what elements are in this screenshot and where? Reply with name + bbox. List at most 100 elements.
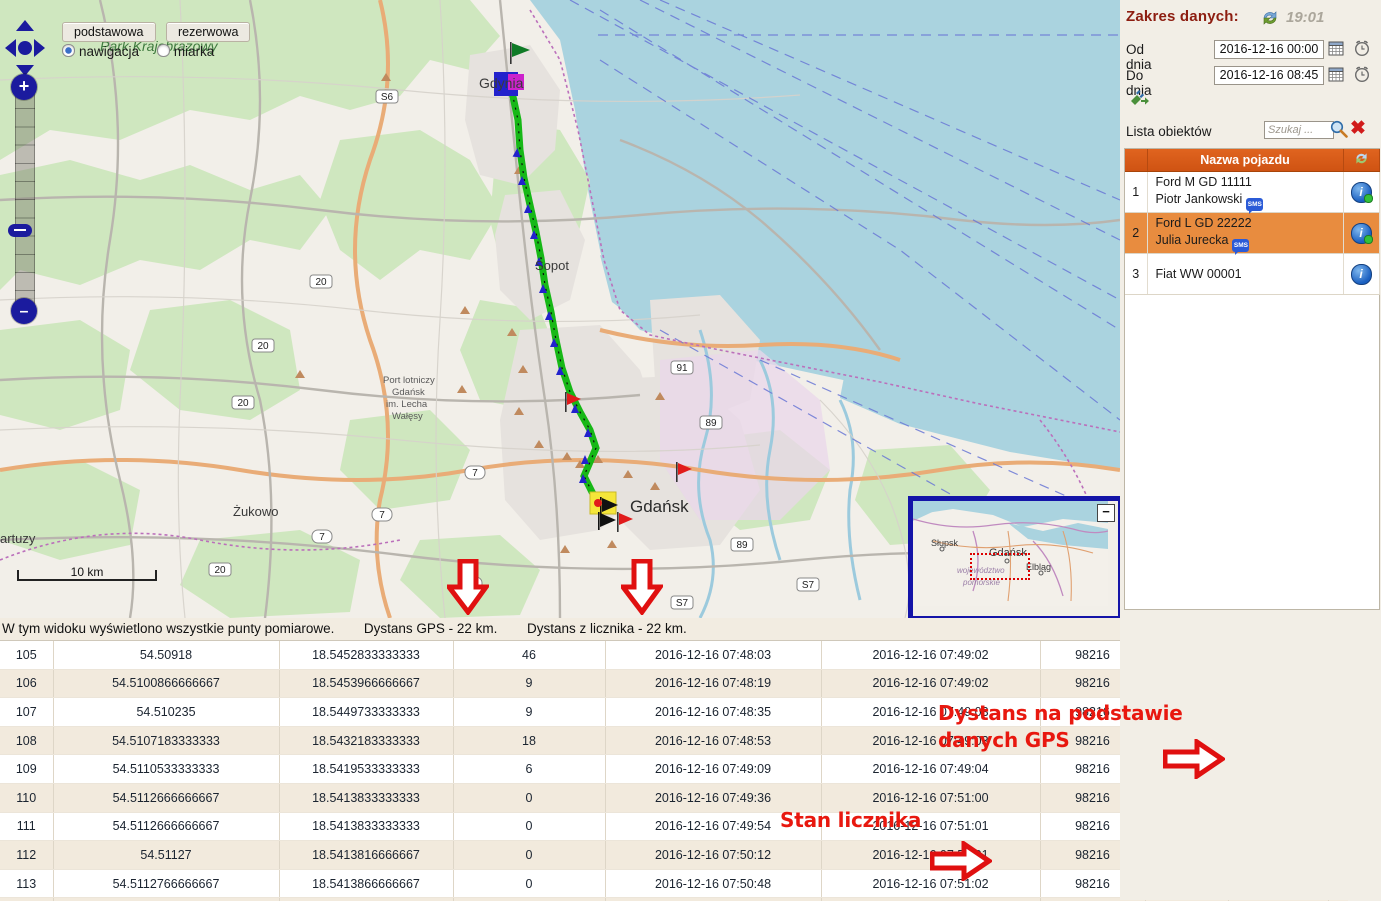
date-from-input[interactable]: 2016-12-16 00:00 bbox=[1214, 40, 1324, 59]
plug-arrow-icon[interactable] bbox=[1128, 88, 1150, 108]
calendar-icon[interactable] bbox=[1328, 40, 1344, 59]
refresh-arrows-icon[interactable] bbox=[1260, 8, 1280, 28]
cell-row-index: 106 bbox=[0, 669, 54, 699]
svg-text:Gdynia: Gdynia bbox=[479, 75, 524, 91]
cell-longitude: 18.5413833333333 bbox=[279, 783, 454, 813]
annotation-arrow-down-right bbox=[621, 559, 663, 615]
vehicle-name-cell[interactable]: Ford M GD 11111 Piotr Jankowski SMS bbox=[1147, 171, 1344, 214]
info-icon[interactable]: i bbox=[1350, 181, 1373, 203]
vehicle-table-body: 1 Ford M GD 11111 Piotr Jankowski SMS i 2 Ford… bbox=[1125, 171, 1380, 295]
pan-arrows-icon[interactable] bbox=[4, 18, 46, 78]
map-layer-buttons[interactable]: podstawowa rezerwowa bbox=[62, 22, 256, 42]
cell-speed: 46 bbox=[453, 641, 606, 670]
zoom-handle[interactable] bbox=[8, 224, 32, 237]
vehicle-info-cell[interactable]: i bbox=[1343, 212, 1380, 254]
cell-row-index: 105 bbox=[0, 641, 54, 670]
calendar-icon-2[interactable] bbox=[1328, 66, 1344, 85]
overview-collapse-button[interactable]: − bbox=[1097, 504, 1115, 522]
zoom-in-button[interactable]: + bbox=[11, 74, 37, 100]
vehicle-name: Ford L GD 22222 bbox=[1155, 215, 1252, 230]
svg-text:89: 89 bbox=[705, 418, 717, 429]
mode-label-navigation: nawigacja bbox=[79, 44, 140, 59]
clear-search-icon[interactable]: ✖ bbox=[1350, 119, 1366, 138]
vehicle-row[interactable]: 2 Ford L GD 22222 Julia Jurecka SMS i bbox=[1125, 212, 1380, 255]
cell-row-index: 111 bbox=[0, 812, 54, 842]
vehicle-row[interactable]: 3 Fiat WW 00001 i bbox=[1125, 253, 1380, 295]
mode-radio-measure[interactable]: miarka bbox=[156, 44, 214, 59]
cell-speed: 9 bbox=[453, 697, 606, 727]
vehicle-info-cell[interactable]: i bbox=[1343, 171, 1380, 213]
alarm-clock-glyph-2[interactable] bbox=[1353, 65, 1371, 83]
zoom-out-button[interactable]: – bbox=[11, 298, 37, 324]
map-scale-bar: 10 km bbox=[17, 565, 157, 581]
radio-navigation-indicator bbox=[62, 44, 75, 57]
annotation-gps-line1: Dystans na podstawie bbox=[938, 701, 1183, 725]
overview-viewport-box[interactable] bbox=[970, 553, 1030, 580]
info-icon[interactable]: i bbox=[1350, 222, 1373, 244]
search-input[interactable]: Szukaj ... bbox=[1264, 121, 1334, 139]
map-mode-radios[interactable]: nawigacja miarka bbox=[62, 44, 228, 59]
cell-timestamp-device: 2016-12-16 07:49:02 bbox=[821, 641, 1041, 670]
clock-icon[interactable] bbox=[1353, 39, 1371, 60]
cell-row-index: 108 bbox=[0, 726, 54, 756]
vehicle-table-head: Nazwa pojazdu bbox=[1125, 149, 1380, 172]
map-viewport[interactable]: Gdynia Sopot Gdańsk Żukowo artuzy Park K… bbox=[0, 0, 1120, 618]
refresh-icon[interactable] bbox=[1260, 8, 1280, 33]
vehicle-name-cell[interactable]: Fiat WW 00001 bbox=[1147, 253, 1344, 295]
right-panel: Zakres danych: 19:01 Od dnia 2016-12-16 … bbox=[1120, 0, 1381, 900]
vehicle-table: Nazwa pojazdu 1 Ford M GD 11111 Piotr Jank… bbox=[1125, 149, 1380, 295]
layer-button-basic[interactable]: podstawowa bbox=[62, 22, 156, 42]
calendar-glyph-2[interactable] bbox=[1328, 66, 1344, 82]
refresh-list-icon[interactable] bbox=[1353, 150, 1370, 167]
layer-button-reserve[interactable]: rezerwowa bbox=[165, 22, 251, 42]
sms-icon[interactable]: SMS bbox=[1232, 238, 1250, 255]
cell-timestamp-gps: 2016-12-16 07:50:12 bbox=[605, 840, 822, 870]
svg-text:20: 20 bbox=[257, 341, 269, 352]
vehicle-row[interactable]: 1 Ford M GD 11111 Piotr Jankowski SMS i bbox=[1125, 171, 1380, 214]
annotation-odometer: Stan licznika bbox=[780, 808, 922, 832]
apply-filter-button[interactable] bbox=[1128, 88, 1150, 113]
vehicle-name: Ford M GD 11111 bbox=[1155, 174, 1252, 189]
sms-icon[interactable]: SMS bbox=[1246, 197, 1264, 214]
cell-latitude: 54.5107183333333 bbox=[53, 726, 280, 756]
search-icon[interactable] bbox=[1329, 119, 1348, 143]
mode-radio-navigation[interactable]: nawigacja bbox=[62, 44, 139, 59]
svg-text:91: 91 bbox=[676, 363, 688, 374]
date-to-input[interactable]: 2016-12-16 08:45 bbox=[1214, 66, 1324, 85]
vehicle-list[interactable]: Nazwa pojazdu 1 Ford M GD 11111 Piotr Jank… bbox=[1124, 148, 1380, 610]
clock-icon-2[interactable] bbox=[1353, 65, 1371, 86]
cell-timestamp-gps: 2016-12-16 07:48:53 bbox=[605, 726, 822, 756]
svg-text:20: 20 bbox=[237, 398, 249, 409]
vehicle-header-refresh[interactable] bbox=[1343, 149, 1380, 172]
vehicle-name-cell[interactable]: Ford L GD 22222 Julia Jurecka SMS bbox=[1147, 212, 1344, 255]
alarm-clock-glyph[interactable] bbox=[1353, 39, 1371, 57]
annotation-arrow-down-left bbox=[447, 559, 489, 615]
vehicle-index: 2 bbox=[1125, 212, 1148, 254]
zoom-track[interactable] bbox=[15, 90, 35, 308]
info-icon[interactable]: i bbox=[1350, 263, 1372, 285]
svg-text:Żukowo: Żukowo bbox=[233, 504, 279, 519]
map-zoom-slider[interactable]: + – bbox=[8, 74, 37, 324]
cell-timestamp-gps: 2016-12-16 07:49:09 bbox=[605, 754, 822, 784]
map-pan-control[interactable] bbox=[4, 18, 46, 78]
calendar-glyph[interactable] bbox=[1328, 40, 1344, 56]
cell-latitude: 54.5112766666667 bbox=[53, 869, 280, 899]
cell-timestamp-gps: 2016-12-16 07:50:48 bbox=[605, 869, 822, 899]
cell-longitude: 18.5413833333333 bbox=[279, 812, 454, 842]
magnifier-glyph[interactable] bbox=[1329, 119, 1348, 138]
annotation-gps-line2: danych GPS bbox=[938, 728, 1070, 752]
svg-text:Wałęsy: Wałęsy bbox=[392, 411, 423, 422]
cell-speed: 6 bbox=[453, 754, 606, 784]
cell-row-index: 109 bbox=[0, 754, 54, 784]
svg-text:7: 7 bbox=[319, 532, 325, 543]
cell-latitude: 54.51127 bbox=[53, 840, 280, 870]
cell-timestamp-gps: 2016-12-16 07:48:19 bbox=[605, 669, 822, 699]
svg-text:7: 7 bbox=[379, 510, 385, 521]
annotation-arrow-right-odometer bbox=[930, 841, 992, 881]
overview-map[interactable]: Słupsk Gdańsk Elbląg województwo pomorsk… bbox=[908, 496, 1120, 618]
cell-latitude: 54.5112666666667 bbox=[53, 783, 280, 813]
object-list-label: Lista obiektów bbox=[1126, 124, 1212, 139]
svg-text:S6: S6 bbox=[381, 92, 394, 103]
vehicle-info-cell[interactable]: i bbox=[1343, 253, 1380, 295]
cell-speed: 0 bbox=[453, 840, 606, 870]
